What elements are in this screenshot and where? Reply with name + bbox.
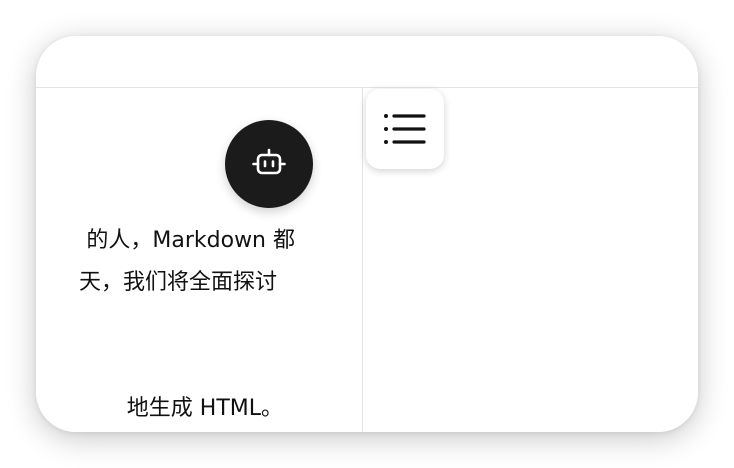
robot-icon [249,144,289,184]
ai-assistant-button[interactable] [225,120,313,208]
screen: 的人，Markdown 都 天，我们将全面探讨 地生成 HTML。 [0,0,734,468]
document-pane: 的人，Markdown 都 天，我们将全面探讨 地生成 HTML。 [36,88,361,432]
side-pane [362,88,698,432]
top-bar [36,36,698,88]
app-window: 的人，Markdown 都 天，我们将全面探讨 地生成 HTML。 [36,36,698,432]
paragraph-line: 天，我们将全面探讨 [78,270,277,295]
table-of-contents-button[interactable] [366,89,444,169]
paragraph-line: 的人，Markdown 都 [86,228,295,253]
paragraph-line: 地生成 HTML。 [126,396,283,421]
list-icon [383,112,427,146]
